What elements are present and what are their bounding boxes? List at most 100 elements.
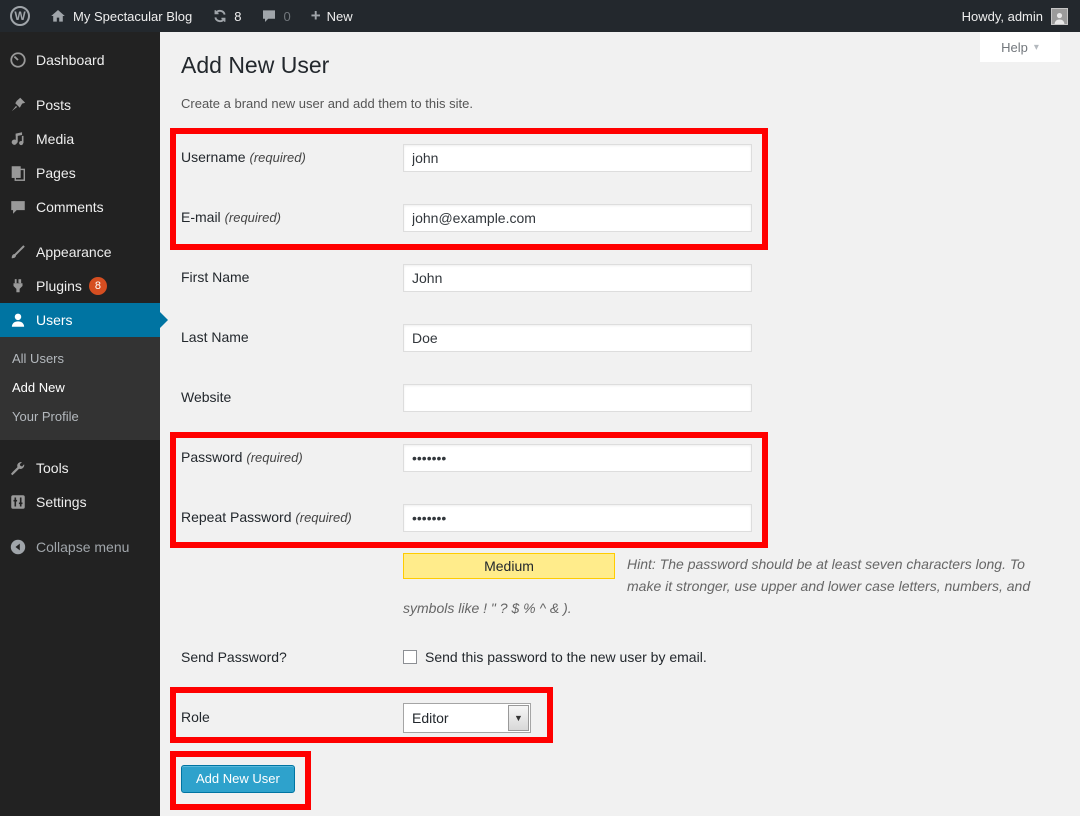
- sidebar-item-collapse-menu[interactable]: Collapse menu: [0, 530, 160, 564]
- wrench-icon: [8, 458, 28, 478]
- sidebar-item-label: Pages: [36, 165, 76, 181]
- page-description: Create a brand new user and add them to …: [181, 96, 1060, 111]
- last-name-row: Last Name: [181, 313, 1060, 373]
- password-label: Password (required): [181, 433, 403, 493]
- sidebar-item-label: Media: [36, 131, 74, 147]
- sidebar-item-settings[interactable]: Settings: [0, 485, 160, 519]
- sidebar-item-pages[interactable]: Pages: [0, 156, 160, 190]
- role-row: Role Editor ▼: [181, 689, 1060, 745]
- submenu-item-add-new[interactable]: Add New: [0, 373, 160, 402]
- sidebar-item-label: Appearance: [36, 244, 112, 260]
- username-input[interactable]: [403, 144, 752, 172]
- sidebar-item-label: Collapse menu: [36, 539, 129, 555]
- new-content-menu[interactable]: + New: [301, 0, 363, 32]
- last-name-input[interactable]: [403, 324, 752, 352]
- sidebar-item-tools[interactable]: Tools: [0, 451, 160, 485]
- avatar: [1051, 8, 1068, 25]
- add-user-form: Username (required) E-mail (required) Fi…: [181, 133, 1060, 793]
- new-label: New: [327, 9, 353, 24]
- help-label: Help: [1001, 40, 1028, 55]
- media-icon: [8, 129, 28, 149]
- sidebar-item-users[interactable]: Users: [0, 303, 160, 337]
- sidebar-item-posts[interactable]: Posts: [0, 88, 160, 122]
- select-arrow-icon: ▼: [508, 705, 529, 731]
- site-name-link[interactable]: My Spectacular Blog: [40, 0, 202, 32]
- sidebar-item-label: Posts: [36, 97, 71, 113]
- role-select[interactable]: Editor ▼: [403, 703, 531, 733]
- menu-separator: [0, 77, 160, 88]
- website-row: Website: [181, 373, 1060, 433]
- wordpress-menu[interactable]: W: [0, 0, 40, 32]
- page-title: Add New User: [181, 52, 1060, 79]
- submenu-item-all-users[interactable]: All Users: [0, 344, 160, 373]
- first-name-label: First Name: [181, 253, 403, 313]
- current-menu-arrow-icon: [159, 311, 168, 329]
- users-submenu: All Users Add New Your Profile: [0, 337, 160, 440]
- sidebar-item-label: Users: [36, 312, 73, 328]
- repeat-password-input[interactable]: [403, 504, 752, 532]
- password-strength-meter: Medium: [403, 553, 615, 579]
- menu-separator: [0, 224, 160, 235]
- send-password-checkbox[interactable]: [403, 650, 417, 664]
- collapse-arrow-icon: [8, 537, 28, 557]
- pushpin-icon: [8, 95, 28, 115]
- admin-sidebar-menu: Dashboard Posts Media Pages Comments App…: [0, 32, 160, 816]
- username-row: Username (required): [181, 133, 1060, 193]
- howdy-label: Howdy, admin: [962, 9, 1043, 24]
- password-input[interactable]: [403, 444, 752, 472]
- role-label: Role: [181, 689, 403, 745]
- sidebar-item-comments[interactable]: Comments: [0, 190, 160, 224]
- sidebar-item-label: Comments: [36, 199, 104, 215]
- submit-row: Add New User: [181, 745, 1060, 793]
- email-label: E-mail (required): [181, 193, 403, 253]
- chevron-down-icon: ▾: [1034, 42, 1039, 53]
- comment-icon: [8, 197, 28, 217]
- website-input[interactable]: [403, 384, 752, 412]
- pages-icon: [8, 163, 28, 183]
- comments-bubble-icon: [261, 8, 277, 24]
- menu-separator: [0, 519, 160, 530]
- website-label: Website: [181, 373, 403, 433]
- submenu-item-your-profile[interactable]: Your Profile: [0, 402, 160, 431]
- email-row: E-mail (required): [181, 193, 1060, 253]
- username-label: Username (required): [181, 133, 403, 193]
- menu-separator: [0, 440, 160, 451]
- comments-count: 0: [283, 9, 290, 24]
- plug-icon: [8, 276, 28, 296]
- admin-bar: W My Spectacular Blog 8 0 + New Howdy, a…: [0, 0, 1080, 32]
- strength-spacer: [181, 553, 403, 641]
- main-content: Help ▾ Add New User Create a brand new u…: [160, 32, 1080, 816]
- help-button[interactable]: Help ▾: [980, 32, 1060, 62]
- sidebar-item-label: Plugins: [36, 278, 82, 294]
- plus-icon: +: [311, 6, 321, 26]
- repeat-password-row: Repeat Password (required): [181, 493, 1060, 553]
- updates-count: 8: [234, 9, 241, 24]
- email-input[interactable]: [403, 204, 752, 232]
- send-password-row: Send Password? Send this password to the…: [181, 641, 1060, 689]
- first-name-input[interactable]: [403, 264, 752, 292]
- send-password-checkbox-label: Send this password to the new user by em…: [425, 649, 707, 665]
- menu-separator: [0, 32, 160, 43]
- wordpress-logo-icon: W: [10, 6, 30, 26]
- sidebar-item-media[interactable]: Media: [0, 122, 160, 156]
- sidebar-item-dashboard[interactable]: Dashboard: [0, 43, 160, 77]
- settings-sliders-icon: [8, 492, 28, 512]
- comments-indicator[interactable]: 0: [251, 0, 300, 32]
- sidebar-item-plugins[interactable]: Plugins 8: [0, 269, 160, 303]
- plugins-update-badge: 8: [89, 277, 107, 295]
- home-icon: [50, 8, 66, 24]
- password-strength-row: Medium Hint: The password should be at l…: [181, 553, 1060, 641]
- updates-indicator[interactable]: 8: [202, 0, 251, 32]
- sidebar-item-label: Settings: [36, 494, 87, 510]
- sidebar-item-label: Tools: [36, 460, 69, 476]
- sidebar-item-label: Dashboard: [36, 52, 105, 68]
- add-new-user-button[interactable]: Add New User: [181, 765, 295, 793]
- my-account-menu[interactable]: Howdy, admin: [950, 8, 1080, 25]
- paintbrush-icon: [8, 242, 28, 262]
- role-selected-value: Editor: [404, 710, 508, 726]
- site-name-label: My Spectacular Blog: [73, 9, 192, 24]
- first-name-row: First Name: [181, 253, 1060, 313]
- last-name-label: Last Name: [181, 313, 403, 373]
- sidebar-item-appearance[interactable]: Appearance: [0, 235, 160, 269]
- dashboard-icon: [8, 50, 28, 70]
